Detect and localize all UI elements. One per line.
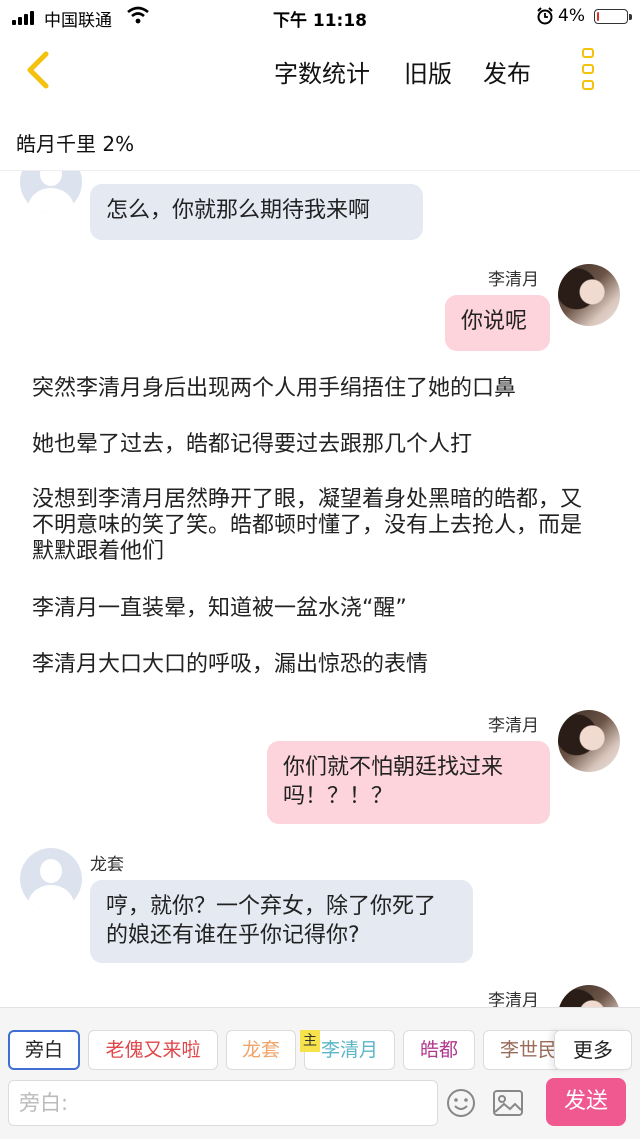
speaker-name: 龙套 xyxy=(90,855,124,875)
message-input-box[interactable] xyxy=(8,1080,438,1126)
role-chip[interactable]: 李世民 xyxy=(483,1030,563,1070)
story-title: 皓月千里 2% xyxy=(16,132,135,156)
speaker-name: 李清月 xyxy=(488,270,539,290)
status-bar: 中国联通 下午 11:18 4% xyxy=(0,0,640,34)
publish-button[interactable]: 发布 xyxy=(483,54,531,89)
narration-text[interactable]: 她也晕了过去，皓都记得要过去跟那几个人打 xyxy=(32,431,612,459)
chat-area[interactable]: 怎么，你就那么期待我来啊 李清月 你说呢 突然李清月身后出现两个人用手绢捂住了她… xyxy=(0,171,640,1007)
speaker-name: 李清月 xyxy=(488,716,539,736)
avatar[interactable] xyxy=(558,264,620,326)
image-icon[interactable] xyxy=(492,1088,524,1118)
emoji-icon[interactable] xyxy=(446,1088,476,1118)
send-button[interactable]: 发送 xyxy=(546,1078,626,1126)
message-bubble-right[interactable]: 你们就不怕朝廷找过来吗！？！？ xyxy=(267,741,550,824)
alarm-icon xyxy=(537,7,553,25)
message-bubble-left[interactable]: 怎么，你就那么期待我来啊 xyxy=(90,184,423,240)
role-chip[interactable]: 龙套 xyxy=(226,1030,296,1070)
back-chevron-icon[interactable] xyxy=(18,48,62,92)
main-role-badge: 主 xyxy=(300,1030,320,1052)
battery-percent: 4% xyxy=(558,6,585,26)
message-bubble-right[interactable]: 你说呢 xyxy=(445,295,550,351)
speaker-name: 李清月 xyxy=(488,991,539,1007)
narration-text[interactable]: 李清月大口大口的呼吸，漏出惊恐的表情 xyxy=(32,651,612,679)
narration-text[interactable]: 李清月一直装晕，知道被一盆水浇“醒” xyxy=(32,595,612,623)
role-chip-narrator[interactable]: 旁白 xyxy=(8,1030,80,1070)
avatar[interactable] xyxy=(558,985,620,1007)
message-bubble-left[interactable]: 哼，就你？一个弃女，除了你死了的娘还有谁在乎你记得你? xyxy=(90,880,473,963)
top-toolbar: 字数统计 旧版 发布 xyxy=(0,34,640,106)
avatar[interactable] xyxy=(20,171,82,213)
message-input[interactable] xyxy=(9,1081,437,1125)
role-chip[interactable]: 老傀又来啦 xyxy=(88,1030,218,1070)
role-chip[interactable]: 皓都 xyxy=(403,1030,475,1070)
old-version-button[interactable]: 旧版 xyxy=(404,54,452,89)
battery-icon xyxy=(594,9,632,24)
more-menu-icon[interactable] xyxy=(576,46,602,94)
word-count-button[interactable]: 字数统计 xyxy=(274,54,370,89)
avatar[interactable] xyxy=(20,848,82,910)
narration-text[interactable]: 没想到李清月居然睁开了眼，凝望着身处黑暗的皓都，又不明意味的笑了笑。皓都顿时懂了… xyxy=(32,487,592,565)
narration-text[interactable]: 突然李清月身后出现两个人用手绢捂住了她的口鼻 xyxy=(32,375,612,403)
more-roles-button[interactable]: 更多 xyxy=(554,1030,632,1070)
avatar[interactable] xyxy=(558,710,620,772)
composer-panel: 旁白 老傀又来啦 龙套 李清月 主 皓都 李世民 更多 发送 xyxy=(0,1007,640,1139)
